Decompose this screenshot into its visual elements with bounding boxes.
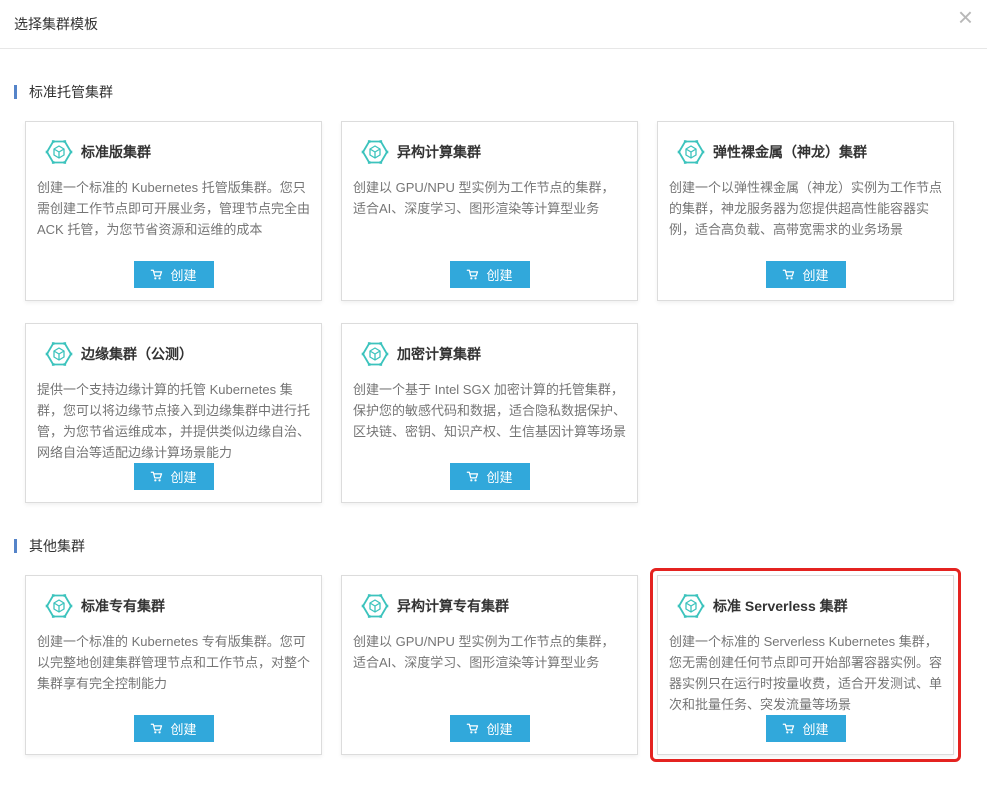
shopping-cart-icon [466,470,480,484]
create-button[interactable]: 创建 [766,261,846,288]
create-button-label: 创建 [170,467,196,486]
card-elastic-bare-metal-cluster: 弹性裸金属（神龙）集群 创建一个以弹性裸金属（神龙）实例为工作节点的集群，神龙服… [657,121,954,301]
card-description: 创建一个标准的 Serverless Kubernetes 集群，您无需创建任何… [669,631,942,715]
hexagon-cluster-icon [45,138,73,166]
section-accent-bar [14,539,17,553]
card-description: 提供一个支持边缘计算的托管 Kubernetes 集群，您可以将边缘节点接入到边… [37,379,310,463]
managed-clusters-grid: 标准版集群 创建一个标准的 Kubernetes 托管版集群。您只需创建工作节点… [25,121,973,503]
card-title: 异构计算专有集群 [397,596,509,616]
hexagon-cluster-icon [677,592,705,620]
card-header: 标准版集群 [37,138,310,166]
section-heading-label: 标准托管集群 [29,82,113,102]
shopping-cart-icon [150,722,164,736]
create-button[interactable]: 创建 [450,463,530,490]
card-title: 弹性裸金属（神龙）集群 [713,142,867,162]
dialog-body: 标准托管集群 标准版集群 创建一个标准的 Kubernetes 托管版集群。您只… [0,82,987,755]
card-header: 标准专有集群 [37,592,310,620]
card-encrypted-computing-cluster: 加密计算集群 创建一个基于 Intel SGX 加密计算的托管集群，保护您的敏感… [341,323,638,503]
card-title: 标准 Serverless 集群 [713,596,848,616]
create-button-label: 创建 [802,719,828,738]
card-description: 创建以 GPU/NPU 型实例为工作节点的集群，适合AI、深度学习、图形渲染等计… [353,631,626,673]
card-heterogeneous-computing-cluster: 异构计算集群 创建以 GPU/NPU 型实例为工作节点的集群，适合AI、深度学习… [341,121,638,301]
create-button-label: 创建 [170,719,196,738]
card-title: 加密计算集群 [397,344,481,364]
hexagon-cluster-icon [361,592,389,620]
card-header: 异构计算专有集群 [353,592,626,620]
other-clusters-grid: 标准专有集群 创建一个标准的 Kubernetes 专有版集群。您可以完整地创建… [25,575,973,755]
card-header: 边缘集群（公测） [37,340,310,368]
create-button-label: 创建 [486,265,512,284]
hexagon-cluster-icon [677,138,705,166]
create-button-label: 创建 [170,265,196,284]
dialog-header: 选择集群模板 × [0,0,987,49]
create-button[interactable]: 创建 [134,261,214,288]
card-standard-dedicated-cluster: 标准专有集群 创建一个标准的 Kubernetes 专有版集群。您可以完整地创建… [25,575,322,755]
card-title: 标准专有集群 [81,596,165,616]
hexagon-cluster-icon [361,138,389,166]
section-heading-other-clusters: 其他集群 [14,536,973,556]
hexagon-cluster-icon [45,340,73,368]
create-button-label: 创建 [486,719,512,738]
card-header: 弹性裸金属（神龙）集群 [669,138,942,166]
card-title: 边缘集群（公测） [81,344,193,364]
card-description: 创建一个标准的 Kubernetes 托管版集群。您只需创建工作节点即可开展业务… [37,177,310,240]
section-heading-label: 其他集群 [29,536,85,556]
hexagon-cluster-icon [45,592,73,620]
card-description: 创建以 GPU/NPU 型实例为工作节点的集群，适合AI、深度学习、图形渲染等计… [353,177,626,219]
create-button[interactable]: 创建 [766,715,846,742]
hexagon-cluster-icon [361,340,389,368]
create-button-label: 创建 [486,467,512,486]
card-header: 加密计算集群 [353,340,626,368]
shopping-cart-icon [782,722,796,736]
card-standard-managed-cluster: 标准版集群 创建一个标准的 Kubernetes 托管版集群。您只需创建工作节点… [25,121,322,301]
shopping-cart-icon [150,268,164,282]
create-button[interactable]: 创建 [450,261,530,288]
card-header: 标准 Serverless 集群 [669,592,942,620]
card-description: 创建一个基于 Intel SGX 加密计算的托管集群，保护您的敏感代码和数据，适… [353,379,626,442]
dialog-title: 选择集群模板 [14,16,98,32]
create-button[interactable]: 创建 [134,715,214,742]
card-description: 创建一个标准的 Kubernetes 专有版集群。您可以完整地创建集群管理节点和… [37,631,310,694]
create-button[interactable]: 创建 [134,463,214,490]
shopping-cart-icon [466,268,480,282]
card-title: 标准版集群 [81,142,151,162]
shopping-cart-icon [466,722,480,736]
card-header: 异构计算集群 [353,138,626,166]
shopping-cart-icon [150,470,164,484]
card-standard-serverless-cluster: 标准 Serverless 集群 创建一个标准的 Serverless Kube… [657,575,954,755]
create-button[interactable]: 创建 [450,715,530,742]
card-heterogeneous-dedicated-cluster: 异构计算专有集群 创建以 GPU/NPU 型实例为工作节点的集群，适合AI、深度… [341,575,638,755]
close-icon[interactable]: × [958,4,973,30]
card-description: 创建一个以弹性裸金属（神龙）实例为工作节点的集群，神龙服务器为您提供超高性能容器… [669,177,942,240]
select-cluster-template-dialog: 选择集群模板 × 标准托管集群 标准版集群 创建一个标准的 Kubernetes… [0,0,987,755]
card-edge-cluster-beta: 边缘集群（公测） 提供一个支持边缘计算的托管 Kubernetes 集群，您可以… [25,323,322,503]
section-accent-bar [14,85,17,99]
create-button-label: 创建 [802,265,828,284]
card-title: 异构计算集群 [397,142,481,162]
section-heading-managed-clusters: 标准托管集群 [14,82,973,102]
shopping-cart-icon [782,268,796,282]
